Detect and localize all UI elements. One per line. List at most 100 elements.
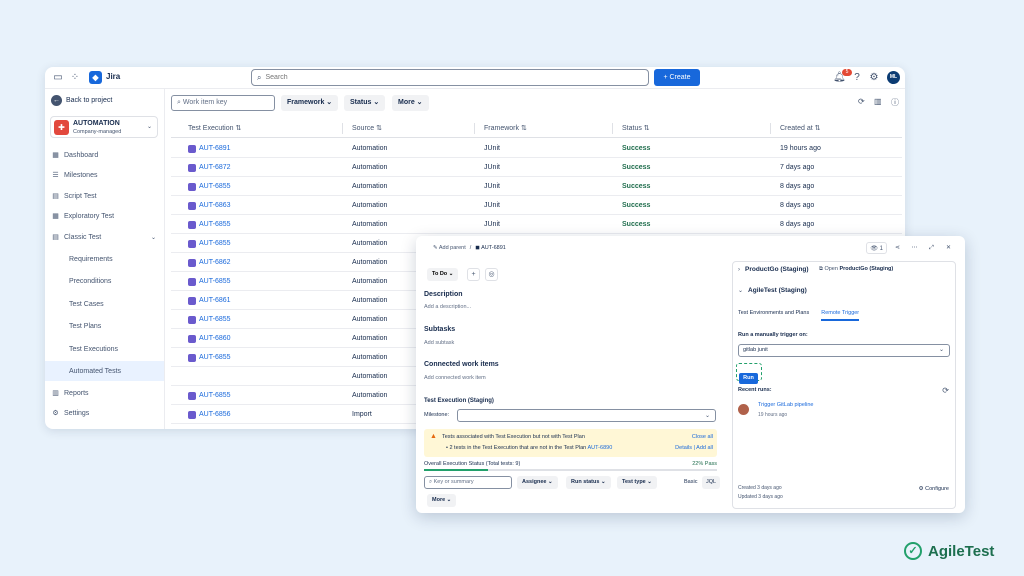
expand-icon[interactable]: ⤢ (925, 242, 938, 254)
watch-button[interactable]: 👁︎ 1 (866, 242, 887, 254)
sidebar-item-milestones[interactable]: ☰ Milestones (45, 165, 164, 185)
sidebar-item-automated-tests[interactable]: Automated Tests (45, 361, 164, 381)
add-icon[interactable]: + (467, 268, 480, 281)
sidebar-item-reports[interactable]: ▥ Reports (45, 383, 164, 403)
back-to-project-link[interactable]: ← Back to project (51, 95, 112, 106)
test-execution-key[interactable]: AUT-6855 (188, 348, 231, 367)
agiletest-section[interactable]: ⌄ AgileTest (Staging) (738, 287, 807, 294)
close-all-link[interactable]: Close all (692, 434, 713, 440)
more-filter-button[interactable]: More ⌄ (427, 494, 457, 507)
framework-filter[interactable]: Framework ⌄ (281, 95, 339, 111)
search-input[interactable] (265, 74, 626, 81)
productgo-section[interactable]: › ProductGo (Staging) (738, 266, 809, 273)
columns-icon[interactable]: ▥ (874, 97, 882, 106)
sidebar-item-settings[interactable]: ⚙ Settings (45, 403, 164, 423)
add-subtask-link[interactable]: Add subtask (424, 340, 454, 346)
work-item-key-link[interactable]: ◼ AUT-6891 (475, 245, 506, 251)
more-icon[interactable]: ⋯ (908, 242, 921, 254)
project-name: AUTOMATION (73, 120, 120, 127)
add-connected-link[interactable]: Add connected work item (424, 375, 486, 381)
col-source[interactable]: Source ⇅ (352, 119, 382, 138)
table-row[interactable]: AUT-6855 Automation JUnit Success 8 days ago (171, 215, 902, 234)
user-avatar[interactable]: ML (887, 71, 900, 84)
test-execution-key[interactable]: AUT-6860 (188, 329, 231, 348)
project-selector[interactable]: ✚ AUTOMATION Company-managed ⌄ (50, 116, 158, 138)
sidebar-item-exploratory-test[interactable]: ▦ Exploratory Test (45, 206, 164, 226)
jql-toggle[interactable]: JQL (702, 476, 721, 489)
milestone-select[interactable]: ⌄ (457, 409, 716, 422)
key-summary-input[interactable]: ⌕ Key or summary (424, 476, 512, 489)
test-execution-icon (188, 277, 196, 286)
test-execution-icon (188, 315, 196, 324)
assignee-filter[interactable]: Assignee ⌄ (517, 476, 558, 489)
test-execution-key[interactable]: AUT-6856 (188, 405, 231, 424)
col-created-at[interactable]: Created at ⇅ (780, 119, 821, 138)
help-icon[interactable]: ? (851, 72, 863, 84)
close-icon[interactable]: ✕ (942, 242, 955, 254)
add-parent-link[interactable]: ✎ Add parent (433, 245, 466, 251)
sidebar-item-test-cases[interactable]: Test Cases (45, 294, 164, 314)
table-row[interactable]: AUT-6872 Automation JUnit Success 7 days ago (171, 158, 902, 177)
col-status[interactable]: Status ⇅ (622, 119, 650, 138)
test-execution-key[interactable]: AUT-6855 (188, 386, 231, 405)
status-filter[interactable]: Status ⌄ (344, 95, 386, 111)
table-row[interactable]: AUT-6891 Automation JUnit Success 19 hours a… (171, 139, 902, 158)
gear-icon[interactable]: ⚙ (868, 72, 880, 84)
sidebar-toggle-icon[interactable]: ▭ (52, 72, 64, 84)
status-button[interactable]: To Do ⌄ (427, 268, 459, 281)
refresh-icon[interactable]: ⟳ (858, 97, 865, 106)
share-icon[interactable]: ⋖ (891, 242, 904, 254)
create-button[interactable]: + Create (654, 69, 700, 86)
trigger-select[interactable]: gitlab junit ⌄ (738, 344, 950, 357)
test-execution-key[interactable]: AUT-6855 (188, 177, 231, 196)
apps-icon[interactable]: ◎ (485, 268, 498, 281)
avatar (738, 404, 749, 415)
basic-toggle[interactable]: Basic (680, 476, 701, 489)
run-button[interactable]: Run (739, 372, 758, 384)
table-row[interactable]: AUT-6855 Automation JUnit Success 8 days ago (171, 177, 902, 196)
test-type-filter[interactable]: Test type ⌄ (617, 476, 657, 489)
test-execution-key[interactable]: AUT-6862 (188, 253, 231, 272)
col-test-execution[interactable]: Test Execution ⇅ (188, 119, 241, 138)
tab-remote-trigger[interactable]: Remote Trigger (821, 310, 860, 321)
test-execution-key[interactable]: AUT-6863 (188, 196, 231, 215)
test-execution-key[interactable]: AUT-6872 (188, 158, 231, 177)
tab-test-environments[interactable]: Test Environments and Plans (738, 310, 809, 321)
updated-meta: Updated 3 days ago (738, 494, 783, 500)
trigger-pipeline-link[interactable]: Trigger GitLab pipeline (758, 402, 813, 408)
app-switcher-icon[interactable]: ⁘ (69, 72, 81, 84)
global-search[interactable]: ⌕ (251, 69, 649, 86)
sidebar-item-dashboard[interactable]: ▦ Dashboard (45, 145, 164, 165)
more-filter[interactable]: More ⌄ (392, 95, 429, 111)
table-row[interactable]: AUT-6863 Automation JUnit Success 8 days ago (171, 196, 902, 215)
configure-button[interactable]: ⚙ Configure (919, 486, 949, 492)
test-execution-key[interactable]: AUT-6855 (188, 215, 231, 234)
sidebar-item-script-test[interactable]: ▤ Script Test (45, 186, 164, 206)
trigger-label: Run a manually trigger on: (738, 332, 808, 338)
chevron-right-icon: › (738, 266, 740, 273)
sidebar-item-test-executions[interactable]: Test Executions (45, 339, 164, 359)
jira-logo-icon[interactable]: ◆ (89, 71, 102, 84)
work-item-key-input[interactable]: ⌕ Work item key (171, 95, 275, 111)
test-execution-key[interactable]: AUT-6855 (188, 272, 231, 291)
test-execution-key[interactable]: AUT-6855 (188, 310, 231, 329)
sidebar-item-classic-test[interactable]: ▤ Classic Test ⌄ (45, 227, 164, 247)
col-framework[interactable]: Framework ⇅ (484, 119, 527, 138)
test-execution-key[interactable]: AUT-6861 (188, 291, 231, 310)
sidebar-item-test-plans[interactable]: Test Plans (45, 316, 164, 336)
refresh-icon[interactable]: ⟳ (942, 386, 949, 395)
framework-cell: JUnit (484, 221, 500, 228)
open-productgo-link[interactable]: ⧉ Open ProductGo (Staging) (819, 266, 893, 273)
test-plan-link[interactable]: AUT-6890 (587, 445, 612, 451)
info-icon[interactable]: ⓘ (891, 97, 899, 108)
test-execution-key[interactable]: AUT-6855 (188, 234, 231, 253)
sidebar-item-requirements[interactable]: Requirements (45, 249, 164, 269)
description-input[interactable]: Add a description... (424, 304, 471, 310)
add-all-link[interactable]: Add all (696, 445, 713, 451)
test-execution-key[interactable]: AUT-6891 (188, 139, 231, 158)
run-status-filter[interactable]: Run status ⌄ (566, 476, 611, 489)
sidebar-item-preconditions[interactable]: Preconditions (45, 271, 164, 291)
milestone-label: Milestone: (424, 412, 450, 418)
details-link[interactable]: Details (675, 445, 692, 451)
status-cell: Success (622, 183, 651, 190)
